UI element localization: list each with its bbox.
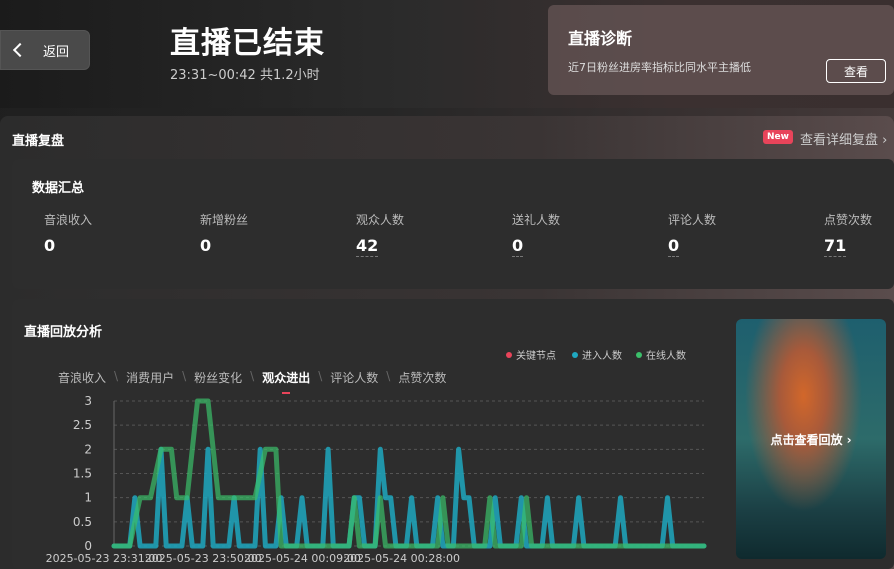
review-title: 直播复盘 [12,134,65,149]
metric-value: 42 [356,236,379,257]
diagnosis-view-button[interactable]: 查看 [826,59,886,83]
legend-label: 在线人数 [646,351,686,362]
metric-label: 送礼人数 [512,213,561,227]
review-panel: 直播复盘 New 查看详细复盘 › 数据汇总 音浪收入 0 新增粉丝 0 观众人… [0,116,894,569]
y-tick-label: 1 [84,491,92,505]
metric-commenters[interactable]: 评论人数 0 [668,211,716,257]
metric-label: 新增粉丝 [200,213,249,227]
metric-value: 0 [44,236,56,255]
replay-title: 直播回放分析 [24,325,103,340]
new-badge: New [763,130,793,144]
metric-label: 评论人数 [668,213,717,227]
legend-dot [636,351,642,358]
back-button[interactable]: 返回 [0,30,90,70]
metric-label: 音浪收入 [44,213,93,227]
metric-label: 点赞次数 [824,213,873,227]
legend-dot [572,351,578,358]
metric-viewers[interactable]: 观众人数 42 [356,211,404,257]
legend-dot [506,351,512,358]
metric-value: 0 [512,236,524,257]
diagnosis-card: 直播诊断 近7日粉丝进房率指标比同水平主播低 查看 [548,5,894,95]
viewer-flow-chart[interactable]: 00.511.522.532025-05-23 23:31:002025-05-… [12,384,722,569]
summary-title: 数据汇总 [32,181,85,196]
metric-new-fans: 新增粉丝 0 [200,211,248,255]
chevron-left-icon [12,42,28,58]
diagnosis-description: 近7日粉丝进房率指标比同水平主播低 [568,61,751,74]
y-tick-label: 2 [84,442,92,456]
detailed-review-link[interactable]: 查看详细复盘 › [800,129,887,148]
data-summary-card: 数据汇总 音浪收入 0 新增粉丝 0 观众人数 42 送礼人数 0 评论人数 0… [12,159,894,289]
legend-online[interactable]: 在线人数 [636,347,686,362]
replay-video-thumbnail[interactable]: 点击查看回放 › [736,319,886,559]
metric-revenue: 音浪收入 0 [44,211,92,255]
metric-label: 观众人数 [356,213,405,227]
legend-key-moments[interactable]: 关键节点 [506,347,556,362]
y-tick-label: 0.5 [73,515,92,529]
back-label: 返回 [43,44,70,60]
legend-entries[interactable]: 进入人数 [572,347,622,362]
watch-replay-label: 点击查看回放 › [770,432,852,447]
stream-time-range: 23:31~00:42 共1.2小时 [170,68,320,83]
replay-analysis-card: 直播回放分析 关键节点 进入人数 在线人数 音浪收入 \ 消费用户 \ 粉丝变化… [12,299,894,569]
x-tick-label: 2025-05-24 00:28:00 [343,552,460,565]
y-tick-label: 0 [84,539,92,553]
legend-label: 进入人数 [582,351,622,362]
metric-value: 0 [668,236,680,257]
y-tick-label: 1.5 [73,467,92,481]
metric-value: 71 [824,236,847,257]
metric-likes[interactable]: 点赞次数 71 [824,211,872,257]
metric-value: 0 [200,236,212,255]
metric-gifters[interactable]: 送礼人数 0 [512,211,560,257]
legend-label: 关键节点 [516,351,556,362]
page-title: 直播已结束 [170,26,325,61]
diagnosis-title: 直播诊断 [568,29,633,48]
y-tick-label: 3 [84,394,92,408]
y-tick-label: 2.5 [73,418,92,432]
